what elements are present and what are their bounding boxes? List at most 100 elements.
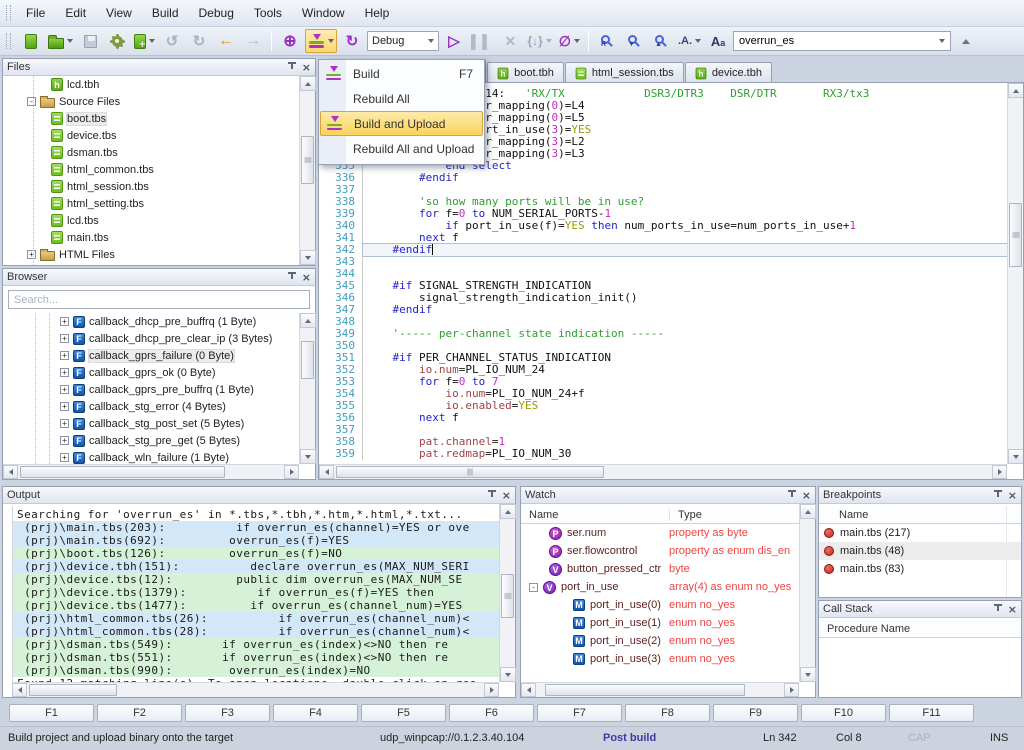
browser-tree-item[interactable]: +Fcallback_dhcp_pre_clear_ip (3 Bytes) — [3, 330, 299, 347]
menu-item-file[interactable]: File — [16, 2, 55, 24]
toggle-breakpoint-button[interactable]: ∅ — [557, 29, 582, 53]
code-text[interactable]: io.enabled=YES — [363, 400, 1007, 412]
undo-button[interactable]: ↺ — [160, 29, 184, 53]
code-text[interactable]: if port_in_use(f)=YES then num_ports_in_… — [363, 220, 1007, 232]
menu-item-build[interactable]: Build — [142, 2, 189, 24]
browser-hscroll-thumb[interactable] — [20, 466, 225, 478]
files-tree-item-boot-tbs[interactable]: boot.tbs — [3, 110, 299, 127]
open-file-button[interactable] — [46, 29, 75, 53]
search-caret[interactable] — [939, 39, 945, 43]
output-line[interactable]: (prj)\html_common.tbs(28): if overrun_es… — [13, 625, 499, 638]
code-line-336[interactable]: 336 #endif — [319, 172, 1007, 184]
code-text[interactable]: #endif — [363, 244, 1007, 256]
browser-scroll-right[interactable] — [284, 465, 299, 479]
watch-scroll-left[interactable] — [521, 683, 536, 697]
output-hscroll-thumb[interactable] — [29, 684, 117, 696]
tab-boot-tbh[interactable]: hboot.tbh — [487, 62, 564, 83]
search-up-button[interactable] — [954, 29, 978, 53]
tree-expander-plus[interactable]: + — [60, 317, 69, 326]
browser-scroll-left[interactable] — [3, 465, 18, 479]
files-tree-item-dsman-tbs[interactable]: dsman.tbs — [3, 144, 299, 161]
code-line-343[interactable]: 343 — [319, 256, 1007, 268]
files-tree-item-html_common-tbs[interactable]: html_common.tbs — [3, 161, 299, 178]
files-pin-icon[interactable] — [287, 62, 296, 72]
files-scroll-up[interactable] — [300, 76, 316, 91]
files-tree-item-device-tbs[interactable]: device.tbs — [3, 127, 299, 144]
watch-row-button_pressed_ctr[interactable]: Vbutton_pressed_ctrbyte — [521, 560, 799, 578]
font-size-button[interactable]: Aa — [706, 29, 730, 53]
fkey-button-f3[interactable]: F3 — [185, 704, 270, 722]
toolbar-grip[interactable] — [6, 33, 11, 49]
fkey-button-f1[interactable]: F1 — [9, 704, 94, 722]
add-file-button[interactable]: + — [132, 29, 157, 53]
menu-item-window[interactable]: Window — [292, 2, 355, 24]
run-button[interactable]: ▷ — [442, 29, 466, 53]
editor-hscroll-thumb[interactable] — [336, 466, 604, 478]
navigate-back-button[interactable]: ← — [214, 29, 238, 53]
browser-tree-item[interactable]: +Fcallback_gprs_ok (0 Byte) — [3, 364, 299, 381]
code-text[interactable] — [363, 256, 1007, 268]
files-close-icon[interactable]: × — [302, 62, 311, 73]
browser-tree-item[interactable]: +Fcallback_stg_pre_get (5 Bytes) — [3, 432, 299, 449]
watch-hscrollbar[interactable] — [521, 682, 799, 697]
code-line-356[interactable]: 356 next f — [319, 412, 1007, 424]
breakpoint-row[interactable]: main.tbs (217) — [819, 524, 1021, 542]
tab-html_session-tbs[interactable]: html_session.tbs — [565, 62, 684, 83]
fkey-button-f7[interactable]: F7 — [537, 704, 622, 722]
find-prev-button[interactable]: ▲ — [649, 29, 673, 53]
editor-scroll-up[interactable] — [1008, 83, 1024, 98]
stop-button[interactable]: ✕ — [498, 29, 522, 53]
tab-device-tbh[interactable]: hdevice.tbh — [685, 62, 772, 83]
browser-tree-item[interactable]: +Fcallback_gprs_failure (0 Byte) — [3, 347, 299, 364]
watch-hscroll-thumb[interactable] — [545, 684, 745, 696]
breakpoints-col-name[interactable]: Name — [819, 509, 868, 521]
build-menu-item-build-and-upload[interactable]: Build and Upload — [320, 111, 483, 136]
find-next-button[interactable]: ▼ — [622, 29, 646, 53]
callstack-col-procedure[interactable]: Procedure Name — [819, 623, 910, 635]
search-input[interactable] — [733, 31, 951, 51]
code-line-342[interactable]: 342 #endif — [319, 244, 1007, 256]
run-loop-button[interactable]: ↻ — [340, 29, 364, 53]
output-line[interactable]: (prj)\device.tbs(1379): if overrun_es(f)… — [13, 586, 499, 599]
find-button[interactable]: R — [595, 29, 619, 53]
fkey-button-f6[interactable]: F6 — [449, 704, 534, 722]
editor-scroll-down[interactable] — [1008, 449, 1024, 464]
files-scroll-down[interactable] — [300, 250, 316, 265]
tree-expander-plus[interactable]: + — [27, 250, 36, 259]
watch-pin-icon[interactable] — [787, 490, 796, 500]
watch-close-icon[interactable]: × — [802, 490, 811, 501]
code-line-347[interactable]: 347 #endif — [319, 304, 1007, 316]
browser-tree-item[interactable]: +Fcallback_stg_error (4 Bytes) — [3, 398, 299, 415]
output-line[interactable]: (prj)\main.tbs(692): overrun_es(f)=YES — [13, 534, 499, 547]
files-tree-item-html_setting-tbs[interactable]: html_setting.tbs — [3, 195, 299, 212]
watch-scroll-up[interactable] — [800, 504, 816, 519]
code-line-349[interactable]: 349 '----- per-channel state indication … — [319, 328, 1007, 340]
code-text[interactable]: next f — [363, 412, 1007, 424]
watch-scroll-right[interactable] — [784, 683, 799, 697]
watch-scroll-down[interactable] — [800, 667, 816, 682]
output-scroll-thumb[interactable] — [501, 574, 514, 618]
watch-row-port_in_use-1-[interactable]: Mport_in_use(1)enum no_yes — [521, 614, 799, 632]
output-pin-icon[interactable] — [487, 490, 496, 500]
output-hscrollbar[interactable] — [12, 682, 499, 697]
browser-tree-item[interactable]: +Fcallback_wln_failure (1 Byte) — [3, 449, 299, 464]
output-vscrollbar[interactable] — [499, 504, 515, 682]
code-text[interactable]: signal_strength_indication_init() — [363, 292, 1007, 304]
watch-row-port_in_use-0-[interactable]: Mport_in_use(0)enum no_yes — [521, 596, 799, 614]
watch-row-port_in_use-2-[interactable]: Mport_in_use(2)enum no_yes — [521, 632, 799, 650]
code-text[interactable]: #endif — [363, 304, 1007, 316]
step-button[interactable]: {↓} — [525, 29, 553, 53]
browser-pin-icon[interactable] — [287, 272, 296, 282]
watch-row-port_in_use[interactable]: -Vport_in_usearray(4) as enum no_yes — [521, 578, 799, 596]
callstack-close-icon[interactable]: × — [1008, 604, 1017, 615]
files-tree-item-lcd-tbh[interactable]: hlcd.tbh — [3, 76, 299, 93]
match-case-button[interactable]: .A. — [676, 29, 703, 53]
build-mode-combo[interactable]: Debug — [367, 31, 439, 51]
build-menu-item-build[interactable]: BuildF7 — [320, 61, 483, 86]
code-text[interactable]: #endif — [363, 172, 1007, 184]
fkey-button-f9[interactable]: F9 — [713, 704, 798, 722]
code-text[interactable]: '----- per-channel state indication ----… — [363, 328, 1007, 340]
build-menu-item-rebuild-all-and-upload[interactable]: Rebuild All and Upload — [320, 136, 483, 161]
output-line[interactable]: (prj)\boot.tbs(126): overrun_es(f)=NO — [13, 547, 499, 560]
output-line[interactable]: (prj)\dsman.tbs(551): if overrun_es(inde… — [13, 651, 499, 664]
